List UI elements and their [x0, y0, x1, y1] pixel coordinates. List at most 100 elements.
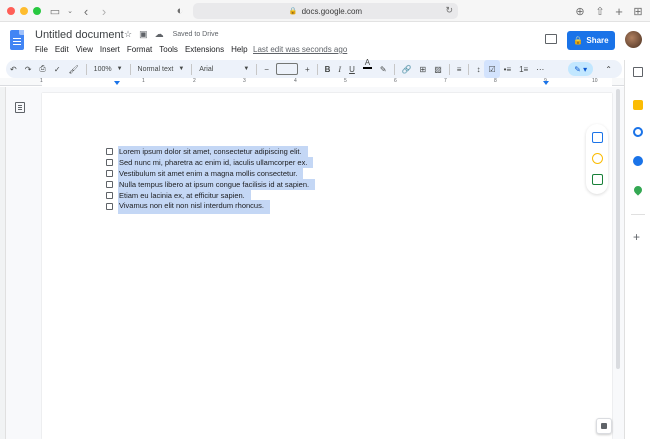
- more-options-icon[interactable]: ⋯: [532, 60, 548, 78]
- maps-icon[interactable]: [632, 184, 644, 196]
- zoom-select[interactable]: 100% ▼: [90, 60, 127, 78]
- undo-icon[interactable]: ↶: [6, 60, 21, 78]
- spellcheck-icon[interactable]: ✓: [50, 60, 65, 78]
- explore-icon[interactable]: [596, 418, 612, 434]
- menu-insert[interactable]: Insert: [100, 45, 120, 54]
- menu-tools[interactable]: Tools: [159, 45, 178, 54]
- download-icon[interactable]: ⊕: [572, 3, 588, 19]
- text-color-button[interactable]: A: [359, 59, 376, 78]
- shield-icon[interactable]: ◐: [172, 3, 188, 19]
- checkbox[interactable]: [106, 181, 113, 188]
- comment-history-icon[interactable]: [545, 34, 557, 44]
- document-title[interactable]: Untitled document: [35, 29, 124, 41]
- font-value: Arial: [199, 65, 214, 73]
- move-folder-icon[interactable]: ▣: [139, 29, 148, 40]
- add-comment-icon[interactable]: [592, 132, 603, 143]
- list-item[interactable]: Nulla tempus libero at ipsum congue faci…: [106, 179, 326, 190]
- list-item-text[interactable]: Sed nunc mi, pharetra ac enim id, iaculi…: [118, 157, 314, 168]
- chevron-down-icon: ▼: [178, 66, 185, 72]
- collapse-menus-icon[interactable]: ⌃: [601, 60, 616, 78]
- increase-font-size-icon[interactable]: +: [301, 60, 314, 78]
- indent-marker[interactable]: [114, 81, 120, 85]
- align-icon[interactable]: ≡: [453, 60, 466, 78]
- star-icon[interactable]: ☆: [124, 29, 132, 40]
- insert-image-icon[interactable]: ▨: [430, 60, 446, 78]
- redo-icon[interactable]: ↷: [21, 60, 36, 78]
- keep-icon[interactable]: [633, 100, 643, 110]
- maximize-window-button[interactable]: [33, 6, 41, 15]
- scroll-thumb[interactable]: [616, 89, 620, 369]
- list-item-text[interactable]: Nulla tempus libero at ipsum congue faci…: [118, 179, 316, 190]
- list-item-text[interactable]: Vestibulum sit amet enim a magna mollis …: [118, 168, 304, 179]
- font-select[interactable]: Arial ▼: [195, 60, 253, 78]
- menu-edit[interactable]: Edit: [55, 45, 69, 54]
- close-window-button[interactable]: [7, 6, 15, 15]
- list-item-text[interactable]: Vivamus non elit non nisl interdum rhonc…: [118, 199, 270, 214]
- line-spacing-icon[interactable]: ↕: [472, 60, 484, 78]
- menu-format[interactable]: Format: [127, 45, 152, 54]
- address-bar[interactable]: 🔒 docs.google.com ↻: [193, 3, 458, 19]
- new-tab-icon[interactable]: +: [611, 3, 627, 19]
- last-edit-link[interactable]: Last edit was seconds ago: [253, 45, 347, 54]
- checklist-icon[interactable]: ☑: [484, 60, 500, 78]
- tasks-icon[interactable]: [633, 127, 643, 137]
- list-item[interactable]: Vestibulum sit amet enim a magna mollis …: [106, 168, 326, 179]
- vertical-scrollbar[interactable]: [614, 87, 622, 439]
- list-item-text[interactable]: Lorem ipsum dolor sit amet, consectetur …: [118, 146, 308, 157]
- contacts-icon[interactable]: [633, 156, 643, 166]
- decrease-font-size-icon[interactable]: −: [260, 60, 273, 78]
- chevron-down-icon[interactable]: ⌄: [62, 3, 78, 19]
- menu-help[interactable]: Help: [231, 45, 247, 54]
- calendar-icon[interactable]: [633, 67, 643, 77]
- forward-icon[interactable]: ›: [96, 3, 112, 19]
- font-size-input[interactable]: [275, 63, 298, 75]
- menu-file[interactable]: File: [35, 45, 48, 54]
- tab-overview-icon[interactable]: ⊞: [630, 3, 646, 19]
- share-page-icon[interactable]: ⇧: [592, 3, 608, 19]
- menu-view[interactable]: View: [76, 45, 93, 54]
- checkbox[interactable]: [106, 192, 113, 199]
- ruler-number: 5: [344, 78, 347, 84]
- checkbox[interactable]: [106, 159, 113, 166]
- style-select[interactable]: Normal text ▼: [134, 60, 189, 78]
- checkbox[interactable]: [106, 170, 113, 177]
- right-indent-marker[interactable]: [543, 81, 549, 85]
- suggest-edits-icon[interactable]: [592, 174, 603, 185]
- back-icon[interactable]: ‹: [78, 3, 94, 19]
- horizontal-ruler[interactable]: 1 1 2 3 4 5 6 7 8 9 10: [0, 78, 624, 86]
- share-button[interactable]: 🔒 Share: [567, 31, 615, 50]
- checkbox[interactable]: [106, 148, 113, 155]
- reload-icon[interactable]: ↻: [445, 5, 453, 16]
- highlight-icon[interactable]: ✎: [376, 60, 391, 78]
- italic-button[interactable]: I: [334, 60, 345, 78]
- add-comment-icon[interactable]: ⊞: [416, 60, 431, 78]
- emoji-reaction-icon[interactable]: [592, 153, 603, 164]
- list-item[interactable]: Lorem ipsum dolor sit amet, consectetur …: [106, 146, 326, 157]
- checklist: Lorem ipsum dolor sit amet, consectetur …: [106, 146, 326, 214]
- toolbar-divider: [256, 63, 258, 75]
- get-addons-icon[interactable]: +: [633, 230, 640, 244]
- document-canvas: [0, 87, 624, 439]
- side-panel: +: [624, 60, 650, 439]
- vertical-ruler[interactable]: [0, 87, 6, 439]
- list-item[interactable]: Sed nunc mi, pharetra ac enim id, iaculi…: [106, 157, 326, 168]
- list-item[interactable]: Vivamus non elit non nisl interdum rhonc…: [106, 199, 326, 214]
- link-icon[interactable]: 🔗: [398, 60, 416, 78]
- docs-logo-icon[interactable]: [10, 30, 24, 50]
- menu-extensions[interactable]: Extensions: [185, 45, 224, 54]
- avatar[interactable]: [625, 31, 642, 48]
- minimize-window-button[interactable]: [20, 6, 28, 15]
- paint-format-icon[interactable]: 🖌: [65, 60, 83, 78]
- ruler-number: 7: [444, 78, 447, 84]
- editing-mode-button[interactable]: ✎ ▾: [568, 62, 594, 76]
- saved-status: Saved to Drive: [172, 31, 219, 38]
- checkbox[interactable]: [106, 203, 113, 210]
- underline-button[interactable]: U: [345, 60, 359, 78]
- bulleted-list-icon[interactable]: •≡: [500, 60, 515, 78]
- document-page[interactable]: [42, 93, 612, 439]
- bold-button[interactable]: B: [321, 60, 335, 78]
- document-outline-icon[interactable]: [15, 102, 25, 113]
- numbered-list-icon[interactable]: 1≡: [515, 60, 532, 78]
- sidebar-toggle-icon[interactable]: ▭: [47, 3, 63, 19]
- print-icon[interactable]: ⎙: [35, 60, 49, 78]
